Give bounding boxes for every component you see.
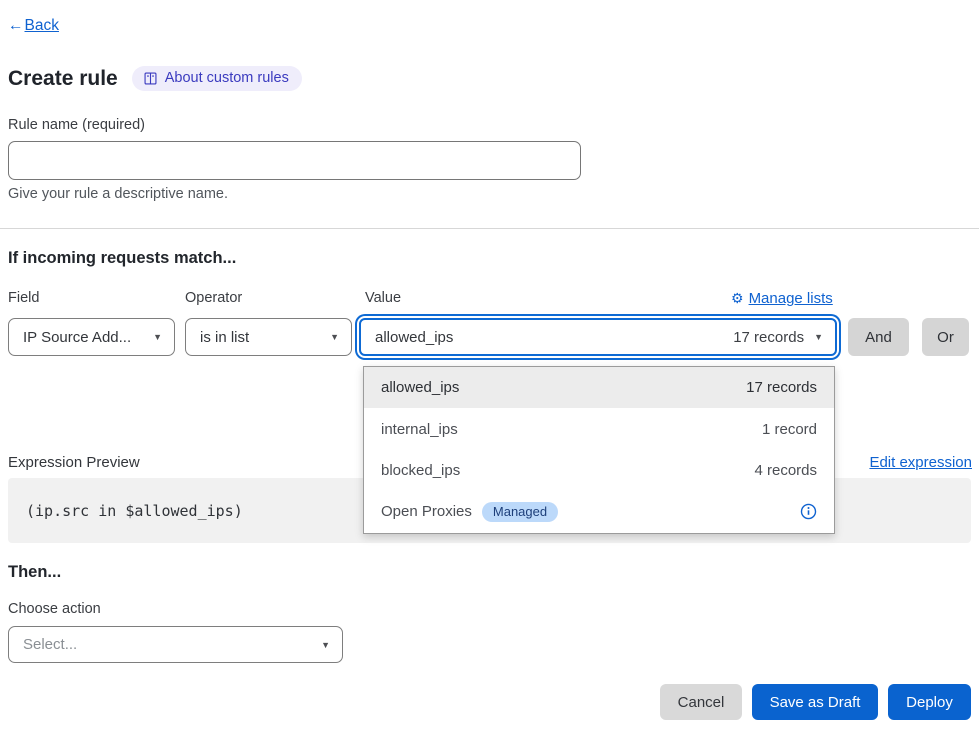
chevron-down-icon: ▼: [814, 332, 823, 342]
action-placeholder: Select...: [23, 636, 77, 653]
operator-select[interactable]: is in list ▼: [185, 318, 352, 356]
edit-expression-link[interactable]: Edit expression: [869, 454, 972, 471]
book-icon: [143, 71, 158, 86]
deploy-button[interactable]: Deploy: [888, 684, 971, 720]
chevron-down-icon: ▼: [153, 332, 162, 342]
back-label: Back: [25, 17, 59, 34]
managed-badge: Managed: [482, 502, 558, 522]
about-custom-rules-badge[interactable]: About custom rules: [132, 66, 302, 91]
gear-icon: ⚙: [731, 290, 744, 307]
operator-selected-value: is in list: [200, 329, 249, 346]
cancel-button[interactable]: Cancel: [660, 684, 742, 720]
value-selected-name: allowed_ips: [375, 329, 453, 346]
expression-preview-label: Expression Preview: [8, 454, 140, 471]
list-item-allowed-ips[interactable]: allowed_ips 17 records: [364, 367, 834, 408]
or-button[interactable]: Or: [922, 318, 969, 356]
list-item-open-proxies[interactable]: Open Proxies Managed: [364, 491, 834, 532]
list-record-count: 1 record: [762, 421, 817, 438]
value-select[interactable]: allowed_ips 17 records ▼: [359, 318, 837, 356]
action-select[interactable]: Select... ▼: [8, 626, 343, 663]
then-heading: Then...: [8, 563, 61, 582]
list-item-blocked-ips[interactable]: blocked_ips 4 records: [364, 450, 834, 491]
manage-lists-label: Manage lists: [749, 290, 833, 307]
operator-label: Operator: [185, 290, 242, 306]
value-label: Value: [365, 290, 401, 306]
and-button[interactable]: And: [848, 318, 909, 356]
list-record-count: 17 records: [746, 379, 817, 396]
value-dropdown-menu: allowed_ips 17 records internal_ips 1 re…: [363, 366, 835, 534]
chevron-down-icon: ▼: [330, 332, 339, 342]
expression-code: (ip.src in $allowed_ips): [26, 502, 243, 520]
value-selected-meta: 17 records: [733, 329, 804, 346]
page-title: Create rule: [8, 67, 118, 91]
rule-name-label: Rule name (required): [8, 117, 145, 133]
save-as-draft-button[interactable]: Save as Draft: [752, 684, 878, 720]
field-selected-value: IP Source Add...: [23, 329, 131, 346]
list-record-count: 4 records: [754, 462, 817, 479]
back-arrow-icon: ←: [8, 17, 24, 35]
match-heading: If incoming requests match...: [8, 249, 236, 268]
list-name: allowed_ips: [381, 379, 459, 396]
rule-name-input[interactable]: [8, 141, 581, 180]
rule-name-helper: Give your rule a descriptive name.: [8, 186, 228, 202]
field-label: Field: [8, 290, 39, 306]
list-name: Open Proxies: [381, 503, 472, 520]
title-row: Create rule About custom rules: [8, 66, 302, 91]
list-item-internal-ips[interactable]: internal_ips 1 record: [364, 408, 834, 449]
about-badge-label: About custom rules: [165, 70, 289, 86]
manage-lists-link[interactable]: ⚙ Manage lists: [731, 290, 833, 307]
section-divider: [0, 228, 979, 229]
choose-action-label: Choose action: [8, 601, 101, 617]
list-name: blocked_ips: [381, 462, 460, 479]
field-select[interactable]: IP Source Add... ▼: [8, 318, 175, 356]
info-icon[interactable]: [800, 503, 817, 520]
create-rule-page: ←Back Create rule About custom rules Rul…: [0, 0, 979, 739]
back-link[interactable]: ←Back: [8, 17, 59, 35]
chevron-down-icon: ▼: [321, 640, 330, 650]
list-name: internal_ips: [381, 421, 458, 438]
